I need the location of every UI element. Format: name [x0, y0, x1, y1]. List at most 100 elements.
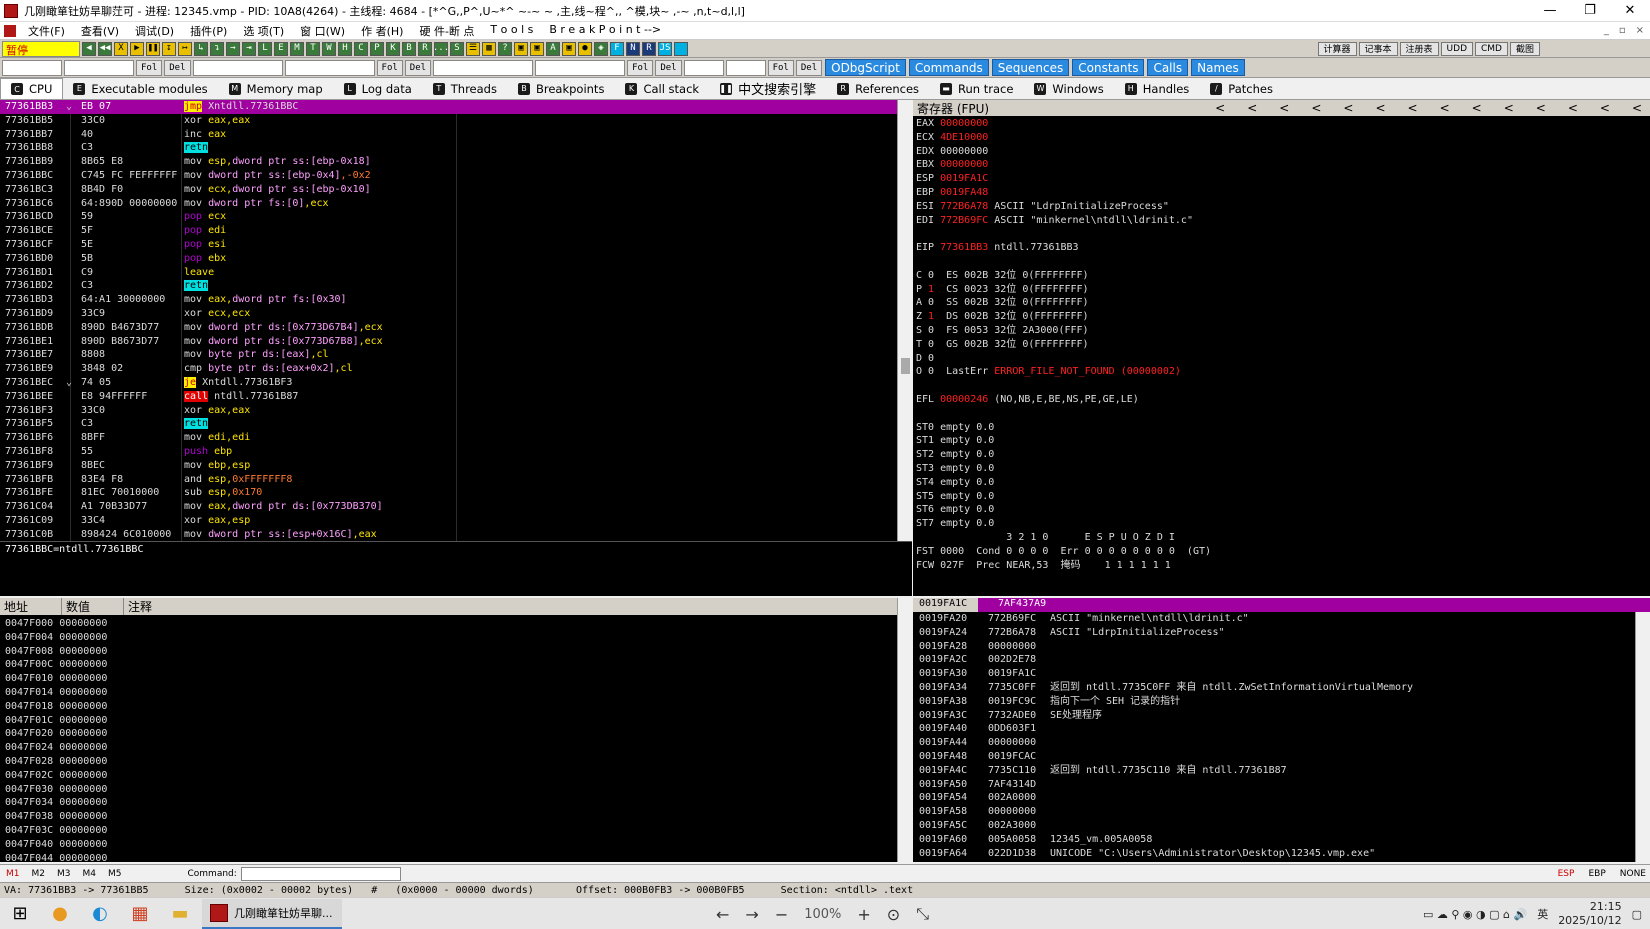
registers-pane[interactable]: 寄存器 (FPU) < < < < < < < < < < < < < < EAX 00000000 ECX…	[913, 100, 1650, 596]
delete-button[interactable]: Del	[655, 59, 682, 76]
tab-window[interactable]: ▬ Run trace	[930, 78, 1024, 99]
disasm-row[interactable]: 77361C0B 898424 6C010000 mov dword ptr ss:…	[0, 528, 912, 541]
dump-col-address[interactable]: 地址	[0, 598, 62, 615]
disasm-row[interactable]: 77361BF6 8BFF mov edi,edi	[0, 431, 912, 445]
tool-button[interactable]: UDD	[1440, 41, 1473, 56]
delete-button[interactable]: Del	[795, 59, 823, 76]
dump-row[interactable]: 0047F020 00000000	[0, 727, 912, 741]
search-field[interactable]	[284, 59, 375, 76]
stack-mode-button[interactable]: EBP	[1588, 869, 1605, 879]
stack-row[interactable]: 0019FA48 0019FCAC	[913, 750, 1650, 764]
scroll-left-icon[interactable]: <	[1408, 101, 1418, 115]
register-line[interactable]: ST2 empty 0.0	[913, 448, 1650, 462]
mark-button[interactable]: M2	[26, 869, 52, 879]
disasm-row[interactable]: 77361BD2 C3 retn	[0, 279, 912, 293]
toolbar-button-icon[interactable]: ↴	[210, 41, 224, 56]
disasm-row[interactable]: 77361C04 A1 70B33D77 mov eax,dword ptr ds:…	[0, 500, 912, 514]
tool-button[interactable]: 记事本	[1358, 41, 1398, 56]
register-line[interactable]: ST6 empty 0.0	[913, 503, 1650, 517]
scroll-left-icon[interactable]: <	[1375, 101, 1385, 115]
dump-row[interactable]: 0047F01C 00000000	[0, 714, 912, 728]
stack-row[interactable]: 0019FA64 022D1D38 UNICODE "C:\Users\Admini…	[913, 847, 1650, 861]
dump-row[interactable]: 0047F02C 00000000	[0, 769, 912, 783]
dump-row[interactable]: 0047F024 00000000	[0, 741, 912, 755]
register-line[interactable]: ESP 0019FA1C	[913, 172, 1650, 186]
disassembly-scrollbar[interactable]	[897, 100, 912, 541]
dump-row[interactable]: 0047F004 00000000	[0, 631, 912, 645]
dump-col-value[interactable]: 数值	[62, 598, 124, 615]
menu-item[interactable]: 作 者(H)	[353, 23, 411, 39]
toolbar-button-icon[interactable]: P	[370, 41, 384, 56]
toolbar-button-icon[interactable]: ●	[578, 41, 592, 56]
scroll-left-icon[interactable]: <	[1600, 101, 1610, 115]
stack-top-row[interactable]: 0019FA1C 7AF437A9	[913, 598, 1650, 612]
toolbar-button-icon[interactable]: H	[338, 41, 352, 56]
tab-window[interactable]: R References	[827, 78, 930, 99]
dump-row[interactable]: 0047F03C 00000000	[0, 824, 912, 838]
scroll-left-icon[interactable]: <	[1311, 101, 1321, 115]
disasm-row[interactable]: 77361BC6 64:890D 00000000 mov dword ptr fs…	[0, 197, 912, 211]
tab-window[interactable]: B Breakpoints	[508, 78, 615, 99]
minimize-button[interactable]: —	[1530, 0, 1570, 22]
register-line[interactable]: ST4 empty 0.0	[913, 476, 1650, 490]
toolbar-button-icon[interactable]	[674, 41, 688, 56]
search-field[interactable]	[192, 59, 283, 76]
plugin-button[interactable]: Commands	[908, 59, 989, 76]
search-field[interactable]	[2, 59, 62, 76]
disasm-row[interactable]: 77361BBC C745 FC FEFFFFFF mov dword ptr ss…	[0, 169, 912, 183]
back-arrow-icon[interactable]: ←	[716, 905, 729, 924]
menu-item[interactable]: 选 项(T)	[235, 23, 292, 39]
dump-row[interactable]: 0047F028 00000000	[0, 755, 912, 769]
scroll-left-icon[interactable]: <	[1536, 101, 1546, 115]
mark-button[interactable]: M4	[77, 869, 103, 879]
ime-indicator[interactable]: 英	[1537, 906, 1548, 922]
dump-row[interactable]: 0047F000 00000000	[0, 617, 912, 631]
tab-window[interactable]: M Memory map	[219, 78, 334, 99]
disasm-row[interactable]: 77361BB3 ⌄ EB 07 jmp Xntdll.77361BBC	[0, 100, 912, 114]
mdi-minimize-button[interactable]: _	[1604, 25, 1609, 36]
toolbar-button-icon[interactable]: ▣	[562, 41, 576, 56]
tool-button[interactable]: 截图	[1509, 41, 1540, 56]
follow-button[interactable]: Fol	[376, 59, 403, 76]
tool-button[interactable]: 计算器	[1317, 41, 1357, 56]
memory-dump-pane[interactable]: 地址 数值 注释 0047F000 00000000 0047F004 00000…	[0, 598, 912, 862]
dump-col-comment[interactable]: 注释	[124, 598, 912, 615]
dump-row[interactable]: 0047F018 00000000	[0, 700, 912, 714]
stack-scrollbar[interactable]	[1635, 612, 1650, 862]
stack-row[interactable]: 0019FA4C 7735C110 返回到 ntdll.7735C110 来自 nt…	[913, 764, 1650, 778]
plugin-button[interactable]: Names	[1191, 59, 1245, 76]
menu-item[interactable]: 文件(F)	[20, 23, 73, 39]
tab-window[interactable]: ❚❚ 中文搜索引擎	[710, 78, 827, 99]
toolbar-button-icon[interactable]: M	[290, 41, 304, 56]
tool-button[interactable]: CMD	[1475, 41, 1508, 56]
disasm-row[interactable]: 77361BCF 5E pop esi	[0, 238, 912, 252]
stack-row[interactable]: 0019FA50 7AF4314D	[913, 778, 1650, 792]
menu-item[interactable]: 插件(P)	[182, 23, 235, 39]
dump-row[interactable]: 0047F00C 00000000	[0, 658, 912, 672]
toolbar-button-icon[interactable]: ...	[433, 41, 449, 56]
stack-row[interactable]: 0019FA30 0019FA1C	[913, 667, 1650, 681]
stack-mode-button[interactable]: ESP	[1558, 869, 1575, 879]
register-line[interactable]: S 0 FS 0053 32位 2A3000(FFF)	[913, 324, 1650, 338]
toolbar-button-icon[interactable]: ↦	[178, 41, 192, 56]
menu-item[interactable]: 硬 件-断 点	[411, 23, 482, 39]
command-input[interactable]	[240, 866, 401, 881]
register-line[interactable]: A 0 SS 002B 32位 0(FFFFFFFF)	[913, 296, 1650, 310]
menu-item[interactable]: T o o l s	[482, 23, 541, 39]
disasm-row[interactable]: 77361BD3 64:A1 30000000 mov eax,dword ptr …	[0, 293, 912, 307]
dump-row[interactable]: 0047F034 00000000	[0, 796, 912, 810]
toolbar-button-icon[interactable]: C	[354, 41, 368, 56]
toolbar-button-icon[interactable]: JS	[658, 41, 672, 56]
disassembly-pane[interactable]: 77361BB3 ⌄ EB 07 jmp Xntdll.77361BBC 77361BB…	[0, 100, 912, 541]
delete-button[interactable]: Del	[404, 59, 432, 76]
register-line[interactable]: ST7 empty 0.0	[913, 517, 1650, 531]
disasm-row[interactable]: 77361BDB 890D B4673D77 mov dword ptr ds:[0…	[0, 321, 912, 335]
toolbar-button-icon[interactable]: ↳	[194, 41, 208, 56]
tab-window[interactable]: E Executable modules	[63, 78, 218, 99]
dump-row[interactable]: 0047F014 00000000	[0, 686, 912, 700]
register-line[interactable]: ST0 empty 0.0	[913, 421, 1650, 435]
toolbar-button-icon[interactable]: ▣	[514, 41, 528, 56]
register-line[interactable]: ST3 empty 0.0	[913, 462, 1650, 476]
scroll-left-icon[interactable]: <	[1279, 101, 1289, 115]
register-line[interactable]: C 0 ES 002B 32位 0(FFFFFFFF)	[913, 269, 1650, 283]
